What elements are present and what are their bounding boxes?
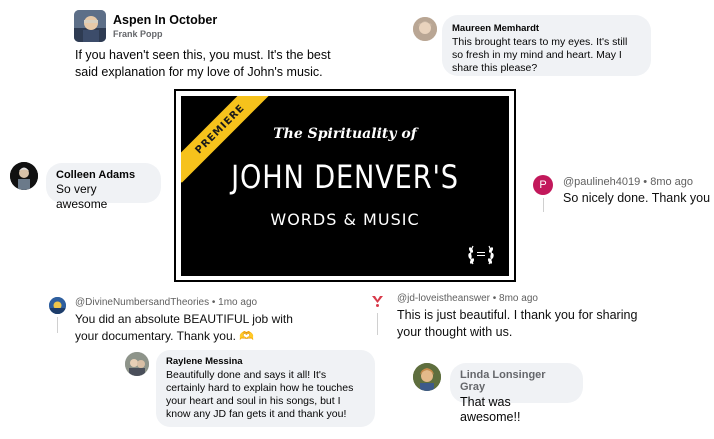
colleen-avatar-image [10, 162, 38, 190]
divine-comment-text: You did an absolute BEAUTIFUL job with y… [75, 312, 293, 343]
raylene-avatar-image [125, 352, 149, 376]
jd-handle[interactable]: @jd-loveistheanswer [397, 293, 490, 304]
divine-handle-row: @DivineNumbersandTheories • 1mo ago [75, 297, 257, 308]
pauline-handle-row: @paulineh4019 • 8mo ago [563, 176, 693, 188]
maureen-comment-text: This brought tears to my eyes. It's stil… [452, 36, 628, 74]
pauline-handle[interactable]: @paulineh4019 [563, 176, 640, 188]
linda-comment-bubble: Linda Lonsinger Gray That was awesome!! [450, 363, 583, 424]
maureen-name[interactable]: Maureen Memhardt [452, 23, 641, 34]
colleen-name[interactable]: Colleen Adams [56, 169, 151, 181]
jd-handle-row: @jd-loveistheanswer • 8mo ago [397, 293, 538, 304]
raylene-avatar[interactable] [125, 352, 149, 376]
divine-avatar[interactable] [49, 297, 66, 314]
jd-avatar[interactable] [369, 292, 386, 309]
maureen-avatar-image [413, 17, 437, 41]
poster-tagline: WORDS & MUSIC [270, 210, 420, 229]
jd-avatar-image [372, 296, 383, 307]
linda-avatar-image [413, 363, 441, 391]
colleen-comment-bubble: Colleen Adams So very awesome [46, 163, 161, 211]
linda-avatar[interactable] [413, 363, 441, 391]
raylene-name[interactable]: Raylene Messina [166, 356, 365, 367]
aspen-comment-text: If you haven't seen this, you must. It's… [75, 48, 331, 79]
raylene-comment-text: Beautifully done and says it all! It's c… [166, 369, 354, 420]
aspen-avatar-image [74, 10, 106, 42]
linda-name[interactable]: Linda Lonsinger Gray [460, 369, 573, 393]
linda-comment-text: That was awesome!! [460, 395, 521, 424]
divine-time: • 1mo ago [211, 297, 258, 308]
pauline-avatar[interactable]: P [533, 175, 553, 195]
jd-comment-text: This is just beautiful. I thank you for … [397, 308, 638, 339]
jd-time: • 8mo ago [492, 293, 538, 304]
pauline-comment-text: So nicely done. Thank you [563, 191, 711, 205]
laurel-icon [468, 245, 494, 265]
divine-handle[interactable]: @DivineNumbersandTheories [75, 297, 209, 308]
pauline-time: • 8mo ago [643, 176, 694, 188]
colleen-avatar[interactable] [10, 162, 38, 190]
divine-thread-line [57, 317, 58, 333]
video-thumbnail[interactable]: PREMIERE The Spirituality of JOHN DENVER… [181, 96, 509, 276]
jd-thread-line [377, 313, 378, 335]
colleen-comment-text: So very awesome [56, 182, 108, 211]
divine-avatar-image [49, 297, 66, 314]
aspen-name[interactable]: Aspen In October [113, 13, 217, 27]
maureen-comment-bubble: Maureen Memhardt This brought tears to m… [442, 15, 651, 76]
aspen-subname[interactable]: Frank Popp [113, 29, 163, 39]
pauline-avatar-letter: P [539, 179, 547, 191]
aspen-avatar[interactable] [74, 10, 106, 42]
maureen-avatar[interactable] [413, 17, 437, 41]
poster-subtitle: The Spirituality of [273, 126, 417, 142]
pauline-thread-line [543, 198, 544, 212]
poster-title: JOHN DENVER'S [231, 158, 459, 196]
raylene-comment-bubble: Raylene Messina Beautifully done and say… [156, 350, 375, 427]
